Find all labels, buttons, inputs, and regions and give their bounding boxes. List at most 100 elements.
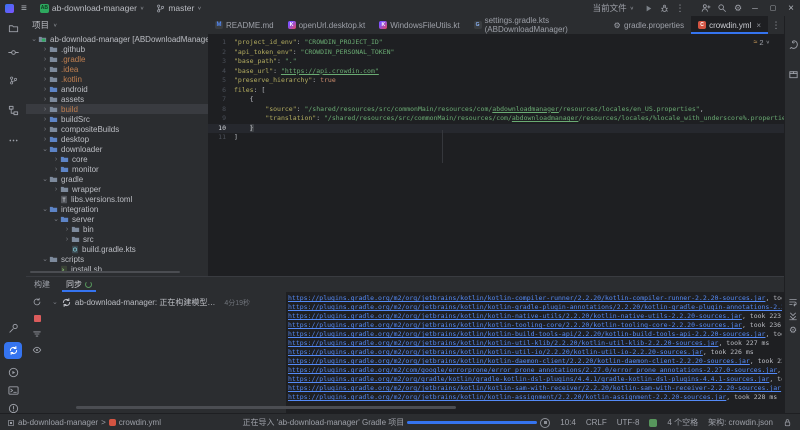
sync-toolwindow-button[interactable] <box>4 342 22 359</box>
run-toolwindow-button[interactable] <box>4 364 22 381</box>
editor-tab-openUrl.desktop.kt[interactable]: KopenUrl.desktop.kt <box>281 16 373 34</box>
tree-item-bin[interactable]: ›bin <box>26 224 208 234</box>
expand-icon[interactable]: › <box>52 166 60 173</box>
expand-icon[interactable]: › <box>63 226 71 233</box>
collapse-icon[interactable]: ⌄ <box>41 255 49 263</box>
code-line-10[interactable]: 10 } <box>208 124 784 134</box>
stop-build-button[interactable] <box>31 312 43 324</box>
tree-item-gradle[interactable]: ⌄gradle <box>26 174 208 184</box>
tree-item-wrapper[interactable]: ›wrapper <box>26 184 208 194</box>
expand-icon[interactable]: › <box>41 106 49 113</box>
tab-options-button[interactable]: ⋮ <box>768 16 784 34</box>
breadcrumb-file[interactable]: crowdin.yml <box>119 418 161 427</box>
tree-item-src[interactable]: ›src <box>26 234 208 244</box>
console-horizontal-scrollbar[interactable] <box>76 406 456 409</box>
console-download-link[interactable]: https://plugins.gradle.org/m2/org/jetbra… <box>288 339 718 347</box>
search-everywhere-button[interactable] <box>714 1 730 15</box>
expand-icon[interactable]: › <box>41 116 49 123</box>
breadcrumb[interactable]: ab-download-manager > crowdin.yml <box>0 414 166 430</box>
green-indicator[interactable] <box>644 414 662 430</box>
tree-item-.idea[interactable]: ›.idea <box>26 64 208 74</box>
more-toolwindows-button[interactable] <box>4 132 22 149</box>
project-toolwindow-button[interactable] <box>4 20 22 37</box>
console-settings-button[interactable]: ⚙ <box>787 324 799 336</box>
expand-icon[interactable]: › <box>41 46 49 53</box>
code-line-2[interactable]: 2"api_token_env": "CROWDIN_PERSONAL_TOKE… <box>208 48 784 58</box>
console-scroll-end-button[interactable] <box>787 310 799 322</box>
minimize-button[interactable]: ─ <box>746 0 764 16</box>
tree-item-scripts[interactable]: ⌄scripts <box>26 254 208 264</box>
collapse-icon[interactable]: ⌄ <box>41 205 49 213</box>
app-logo-icon[interactable] <box>5 4 14 13</box>
code-line-11[interactable]: 11] <box>208 133 784 143</box>
console-download-link[interactable]: https://plugins.gradle.org/m2/org/jetbra… <box>288 321 742 329</box>
tree-item-compositeBuilds[interactable]: ›compositeBuilds <box>26 124 208 134</box>
console-download-link[interactable]: https://plugins.gradle.org/m2/org/jetbra… <box>288 393 726 401</box>
code-line-8[interactable]: 8 "source": "/shared/resources/src/commo… <box>208 105 784 115</box>
gradle-toolwindow-button[interactable] <box>787 38 799 50</box>
project-panel-header[interactable]: 项目 ∨ <box>26 16 208 34</box>
filter-button[interactable] <box>31 328 43 340</box>
tree-horizontal-scrollbar[interactable] <box>30 271 180 273</box>
run-button[interactable] <box>640 1 656 15</box>
tree-item-integration[interactable]: ⌄integration <box>26 204 208 214</box>
code-line-5[interactable]: 5"preserve_hierarchy": true <box>208 76 784 86</box>
console-download-link[interactable]: https://plugins.gradle.org/m2/org/jetbra… <box>288 384 781 392</box>
tree-item-server[interactable]: ⌄server <box>26 214 208 224</box>
editor-tab-gradle.properties[interactable]: ⚙gradle.properties <box>606 16 691 34</box>
expand-icon[interactable]: › <box>41 56 49 63</box>
debug-button[interactable] <box>656 1 672 15</box>
tree-item-desktop[interactable]: ›desktop <box>26 134 208 144</box>
console-download-link[interactable]: https://plugins.gradle.org/m2/org/jetbra… <box>288 294 765 302</box>
console-download-link[interactable]: https://plugins.gradle.org/m2/org/jetbra… <box>288 348 703 356</box>
terminal-toolwindow-button[interactable] <box>4 382 22 399</box>
editor-tab-WindowsFileUtils.kt[interactable]: KWindowsFileUtils.kt <box>372 16 466 34</box>
console-download-link[interactable]: https://plugins.gradle.org/m2/org/jetbra… <box>288 357 750 365</box>
run-config-selector[interactable]: 当前文件 ∨ <box>587 0 640 16</box>
expand-icon[interactable]: › <box>41 66 49 73</box>
expand-icon[interactable]: › <box>52 186 60 193</box>
schema-widget[interactable]: 架构: crowdin.json <box>703 414 778 430</box>
code-line-6[interactable]: 6files: [ <box>208 86 784 96</box>
build-console[interactable]: https://plugins.gradle.org/m2/org/jetbra… <box>288 294 782 414</box>
build-panel-tab-构建[interactable]: 构建 <box>26 277 58 292</box>
tree-item-buildSrc[interactable]: ›buildSrc <box>26 114 208 124</box>
branch-widget[interactable]: master ∨ <box>150 0 207 16</box>
editor-tab-README.md[interactable]: MREADME.md <box>208 16 281 34</box>
code-line-4[interactable]: 4"base_url": "https://api.crowdin.com" <box>208 67 784 77</box>
code-with-me-button[interactable] <box>698 1 714 15</box>
collapse-icon[interactable]: ⌄ <box>30 35 38 43</box>
tree-item-build[interactable]: ›build <box>26 104 208 114</box>
expand-icon[interactable]: › <box>41 96 49 103</box>
tree-item-core[interactable]: ›core <box>26 154 208 164</box>
expand-icon[interactable]: › <box>41 136 49 143</box>
more-actions-button[interactable]: ⋮ <box>672 1 688 15</box>
code-line-9[interactable]: 9 "translation": "/shared/resources/src/… <box>208 114 784 124</box>
line-separator-widget[interactable]: CRLF <box>581 414 612 430</box>
tree-item-ab-download-manager[interactable]: ⌄ab-download-manager [ABDownloadManager]… <box>26 34 208 44</box>
console-download-link[interactable]: https://plugins.gradle.org/m2/org/jetbra… <box>288 303 782 311</box>
editor-tab-settings.gradle.kts (ABDownloadManager)[interactable]: Gsettings.gradle.kts (ABDownloadManager) <box>467 16 606 34</box>
main-menu-icon[interactable]: ≡ <box>14 3 34 14</box>
preview-button[interactable] <box>31 344 43 356</box>
code-line-7[interactable]: 7 { <box>208 95 784 105</box>
console-download-link[interactable]: https://plugins.gradle.org/m2/org/gradle… <box>288 375 769 383</box>
expand-icon[interactable]: › <box>63 236 71 243</box>
expand-icon[interactable]: › <box>41 126 49 133</box>
collapse-icon[interactable]: ⌄ <box>41 145 49 153</box>
build-toolwindow-button[interactable] <box>4 320 22 337</box>
tree-item-libs.versions.toml[interactable]: libs.versions.toml <box>26 194 208 204</box>
tree-item-.kotlin[interactable]: ›.kotlin <box>26 74 208 84</box>
rerun-build-button[interactable] <box>31 296 43 308</box>
stop-progress-icon[interactable] <box>540 418 550 428</box>
expand-icon[interactable]: › <box>41 76 49 83</box>
encoding-widget[interactable]: UTF-8 <box>612 414 645 430</box>
tree-item-assets[interactable]: ›assets <box>26 94 208 104</box>
vcs-toolwindow-button[interactable] <box>4 72 22 89</box>
expand-icon[interactable]: › <box>41 86 49 93</box>
tree-item-.gradle[interactable]: ›.gradle <box>26 54 208 64</box>
build-panel-tab-同步[interactable]: 同步 <box>58 277 100 292</box>
collapse-icon[interactable]: ⌄ <box>41 175 49 183</box>
editor[interactable]: 1"project_id_env": "CROWDIN_PROJECT_ID"2… <box>208 34 784 276</box>
collapse-icon[interactable]: ⌄ <box>52 215 60 223</box>
